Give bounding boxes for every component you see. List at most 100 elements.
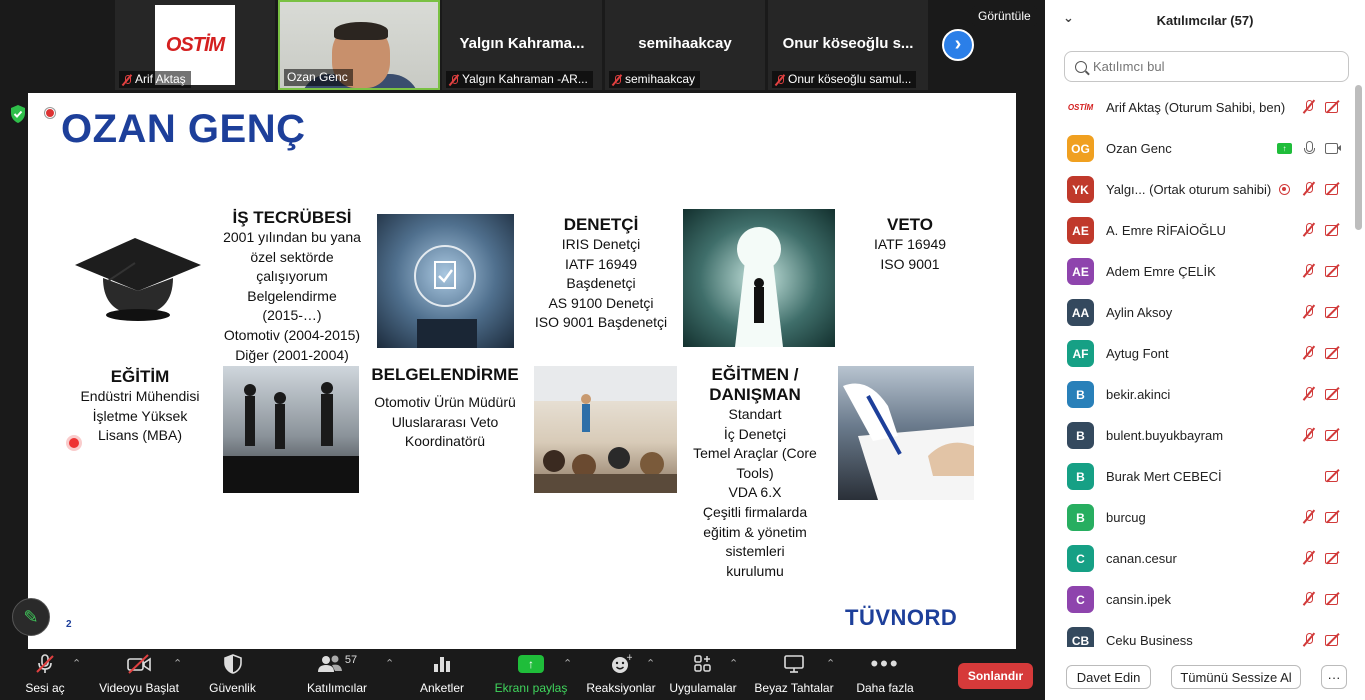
mute-all-button[interactable]: Tümünü Sessize Al [1171,665,1301,689]
avatar: B [1067,504,1094,531]
camera-off-icon[interactable] [1325,263,1341,279]
participant-row[interactable]: C canan.cesur [1045,538,1355,579]
camera-off-icon[interactable] [1325,591,1341,607]
mic-muted-icon[interactable] [1301,509,1317,525]
collapse-chevron-icon[interactable]: ⌄ [1063,10,1074,26]
view-button[interactable]: Görüntüle [972,6,1037,26]
participant-row[interactable]: C cansin.ipek [1045,579,1355,620]
next-page-icon[interactable]: › [942,29,974,61]
polls-button[interactable]: Anketler [417,649,467,700]
participant-row[interactable]: AE Adem Emre ÇELİK [1045,251,1355,292]
annotate-pen-icon[interactable]: ✎ [12,598,50,636]
tile-name: Onur köseoğlu samul... [772,71,917,88]
camera-off-icon[interactable] [1325,304,1341,320]
more-label: Daha fazla [856,681,914,695]
camera-off-icon[interactable] [1325,222,1341,238]
participant-row[interactable]: B bekir.akinci [1045,374,1355,415]
mic-muted-icon[interactable] [1301,304,1317,320]
apps-caret-icon[interactable]: ⌃ [729,657,738,670]
participant-row[interactable]: OSTİM Arif Aktaş (Oturum Sahibi, ben) [1045,87,1355,128]
participant-row[interactable]: AA Aylin Aksoy [1045,292,1355,333]
unmute-button[interactable]: Sesi aç [20,649,70,700]
belgelendirme-line: Otomotiv Ürün Müdürü [374,394,516,410]
svg-text:+: + [626,653,632,663]
invite-button[interactable]: Davet Edin [1066,665,1151,689]
video-tile-yalgin[interactable]: Yalgın Kahrama... Yalgın Kahraman -AR... [442,0,602,90]
video-options-caret-icon[interactable]: ⌃ [173,657,182,670]
belgelendirme-section: BELGELENDİRME Otomotiv Ürün Müdürü Ulusl… [366,365,524,452]
participant-row[interactable]: YK Yalgı... (Ortak oturum sahibi) [1045,169,1355,210]
denetci-line: IRIS Denetçi [561,236,641,252]
tile-name-text: Arif Aktaş [135,72,186,86]
tile-name-text: Ozan Genc [287,70,348,84]
denetci-line: AS 9100 Denetçi [548,294,654,311]
participant-row[interactable]: CB Ceku Business [1045,620,1355,647]
mic-muted-icon[interactable] [1301,345,1317,361]
camera-off-icon[interactable] [1325,509,1341,525]
mic-muted-icon[interactable] [1301,386,1317,402]
participant-name: Ceku Business [1106,633,1193,647]
avatar: CB [1067,627,1094,647]
participant-search[interactable] [1064,51,1349,82]
mic-muted-icon [34,649,56,679]
video-tile-arif[interactable]: OSTİM Arif Aktaş [115,0,275,90]
participants-caret-icon[interactable]: ⌃ [385,657,394,670]
mic-muted-icon[interactable] [1301,427,1317,443]
participant-list: OSTİM Arif Aktaş (Oturum Sahibi, ben) OG… [1045,87,1355,647]
shield-icon [223,649,243,679]
participant-row[interactable]: AE A. Emre RİFAİOĞLU [1045,210,1355,251]
share-options-caret-icon[interactable]: ⌃ [563,657,572,670]
whiteboards-caret-icon[interactable]: ⌃ [826,657,835,670]
mic-muted-icon[interactable] [1301,99,1317,115]
security-shield-icon[interactable] [8,104,28,124]
audio-options-caret-icon[interactable]: ⌃ [72,657,81,670]
panel-scrollbar[interactable] [1355,85,1362,230]
share-screen-button[interactable]: ↑ Ekranı paylaş [495,649,567,700]
camera-off-icon[interactable] [1325,468,1341,484]
start-video-button[interactable]: Videoyu Başlat [98,649,180,700]
mic-muted-icon[interactable] [1301,591,1317,607]
mic-muted-icon [122,74,132,86]
participant-row[interactable]: B burcug [1045,497,1355,538]
more-button[interactable]: ••• Daha fazla [852,649,918,700]
video-tile-ozan[interactable]: Ozan Genc [278,0,440,90]
mic-muted-icon[interactable] [1301,263,1317,279]
camera-off-icon[interactable] [1325,345,1341,361]
mic-muted-icon[interactable] [1301,550,1317,566]
camera-off-icon[interactable] [1325,181,1341,197]
camera-icon[interactable] [1325,140,1341,156]
egitmen-line: Tools) [736,464,774,481]
participant-row[interactable]: B bulent.buyukbayram [1045,415,1355,456]
participant-name: cansin.ipek [1106,592,1172,607]
reactions-caret-icon[interactable]: ⌃ [646,657,655,670]
panel-header: ⌄ Katılımcılar (57) [1045,0,1365,40]
video-tile-onur[interactable]: Onur köseoğlu s... Onur köseoğlu samul..… [768,0,928,90]
camera-off-icon[interactable] [1325,427,1341,443]
video-tile-semiha[interactable]: semihaakcay semihaakcay [605,0,765,90]
belgelendirme-line: Koordinatörü [404,433,486,450]
participant-name: Aytug Font [1106,346,1169,361]
end-meeting-button[interactable]: Sonlandır [958,663,1033,689]
share-screen-icon: ↑ [518,655,544,673]
whiteboards-label: Beyaz Tahtalar [754,681,834,695]
participant-row[interactable]: OG Ozan Genc ↑ [1045,128,1355,169]
whiteboards-button[interactable]: Beyaz Tahtalar [753,649,835,700]
participants-button[interactable]: 57 Katılımcılar [305,649,369,700]
mic-muted-icon[interactable] [1301,632,1317,647]
mic-icon[interactable] [1301,140,1317,156]
mic-muted-icon[interactable] [1301,222,1317,238]
participant-search-input[interactable] [1093,59,1323,74]
more-options-button[interactable]: ··· [1321,665,1347,689]
camera-off-icon[interactable] [1325,550,1341,566]
ellipsis-icon: ••• [870,651,900,676]
participant-row[interactable]: AF Aytug Font [1045,333,1355,374]
security-button[interactable]: Güvenlik [205,649,260,700]
tile-big-name: semihaakcay [638,35,732,52]
is-tecrubesi-line: Otomotiv (2004-2015) [223,326,361,343]
camera-off-icon [126,649,152,679]
participant-row[interactable]: B Burak Mert CEBECİ [1045,456,1355,497]
camera-off-icon[interactable] [1325,99,1341,115]
camera-off-icon[interactable] [1325,632,1341,647]
camera-off-icon[interactable] [1325,386,1341,402]
mic-muted-icon[interactable] [1301,181,1317,197]
